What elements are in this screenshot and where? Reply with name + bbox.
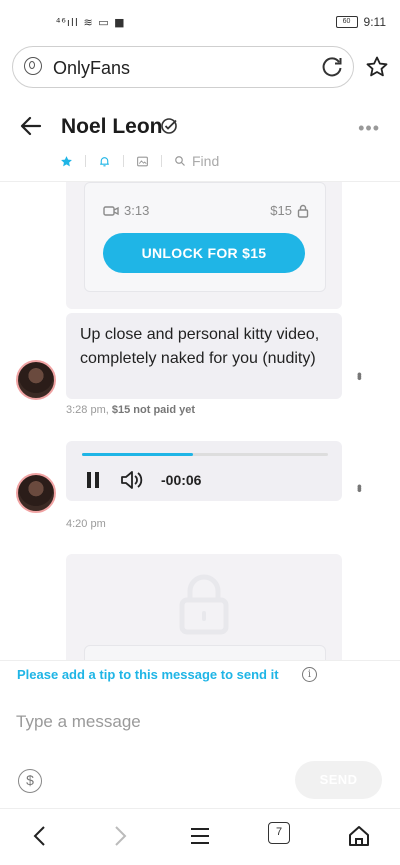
chat-toolbar: Find — [60, 150, 219, 172]
video-duration: 3:13 — [103, 203, 149, 218]
status-bar: ⁴⁶ıll ≋ ▭ ■ 60 9:11 — [0, 0, 400, 44]
message-time: 3:28 pm, — [66, 404, 109, 416]
find-label: Find — [192, 153, 220, 169]
avatar[interactable] — [16, 473, 56, 513]
bookmark-star-icon[interactable] — [365, 55, 389, 79]
video-duration-text: 3:13 — [124, 203, 150, 218]
pause-icon[interactable] — [86, 472, 100, 488]
locked-media-message — [66, 554, 342, 660]
verified-icon — [161, 118, 177, 134]
send-button[interactable]: SEND — [295, 761, 382, 799]
chat-user-name[interactable]: Noel Leon — [61, 115, 163, 139]
video-price-text: $15 — [270, 203, 292, 218]
toolbar-divider — [161, 155, 162, 167]
address-bar[interactable]: OnlyFans — [12, 46, 354, 88]
volume-icon[interactable] — [120, 469, 144, 491]
unlock-button[interactable]: UNLOCK FOR $15 — [103, 233, 305, 273]
search-icon — [175, 156, 185, 166]
message-options-icon[interactable]: ••• — [352, 484, 368, 490]
message-input[interactable] — [14, 703, 388, 741]
browser-bottom-nav: 7 — [0, 808, 400, 865]
tabs-count-icon[interactable]: 7 — [268, 822, 290, 844]
media-gallery-icon[interactable] — [136, 155, 149, 168]
video-price: $15 — [270, 203, 309, 218]
site-logo-icon — [24, 57, 42, 75]
video-camera-icon — [103, 205, 119, 216]
audio-message: -00:06 — [66, 441, 342, 501]
chat-messages[interactable]: 3:13 $15 UNLOCK FOR $15 Up close and per… — [0, 182, 400, 660]
message-text: Up close and personal kitty video, compl… — [66, 313, 342, 399]
locked-video-message: 3:13 $15 UNLOCK FOR $15 — [66, 182, 342, 309]
reload-icon[interactable] — [319, 54, 345, 80]
browser-forward-icon[interactable] — [106, 823, 132, 849]
battery-icon: 60 — [335, 16, 358, 28]
status-right: 60 9:11 — [335, 15, 386, 29]
home-icon[interactable] — [346, 823, 372, 849]
clock: 9:11 — [363, 15, 386, 29]
message-meta: 3:28 pm, $15 not paid yet — [66, 404, 195, 416]
browser-menu-icon[interactable] — [187, 823, 213, 849]
locked-media-inner — [84, 645, 326, 660]
tip-notice: Please add a tip to this message to send… — [17, 667, 279, 682]
locked-video-inner: 3:13 $15 UNLOCK FOR $15 — [84, 182, 326, 292]
audio-progress-fill — [82, 453, 193, 456]
find-button[interactable]: Find — [174, 153, 219, 169]
browser-back-icon[interactable] — [28, 823, 54, 849]
favorite-star-icon[interactable] — [60, 155, 73, 168]
back-arrow-icon[interactable] — [18, 113, 44, 139]
lock-icon — [297, 204, 309, 218]
signal-wifi-icons: ⁴⁶ıll ≋ ▭ ■ — [56, 16, 126, 29]
url-text: OnlyFans — [53, 58, 131, 78]
message-options-icon[interactable]: ••• — [352, 372, 368, 378]
audio-time-remaining: -00:06 — [161, 472, 202, 488]
toolbar-divider — [123, 155, 124, 167]
audio-message-time: 4:20 pm — [66, 518, 106, 530]
avatar[interactable] — [16, 360, 56, 400]
audio-progress-bar[interactable] — [82, 453, 328, 456]
payment-status: $15 not paid yet — [111, 404, 196, 416]
tip-dollar-icon[interactable]: $ — [18, 769, 42, 793]
notification-bell-icon[interactable] — [98, 155, 111, 168]
large-lock-icon — [179, 574, 229, 635]
toolbar-divider — [85, 155, 86, 167]
more-options-icon[interactable]: ••• — [358, 118, 380, 139]
info-icon[interactable]: i — [302, 667, 317, 682]
